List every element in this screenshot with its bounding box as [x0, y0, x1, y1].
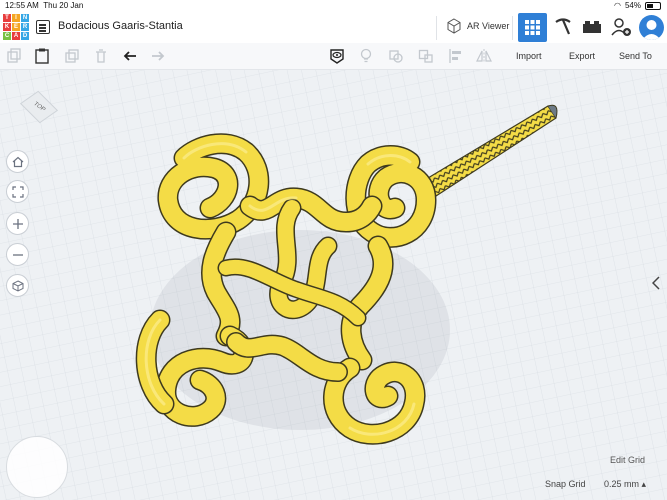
- duplicate-icon[interactable]: [64, 48, 80, 64]
- delete-icon[interactable]: [93, 48, 109, 64]
- edit-toolbar: Import Export Send To: [0, 43, 667, 70]
- logo-tile: E: [12, 23, 20, 31]
- show-all-icon[interactable]: [329, 48, 345, 64]
- projection-toggle-button[interactable]: [6, 274, 29, 297]
- grid-icon: [525, 20, 540, 35]
- logo-tile: K: [3, 23, 11, 31]
- undo-icon[interactable]: [122, 48, 138, 64]
- paste-icon[interactable]: [34, 48, 50, 64]
- zoom-out-button[interactable]: [6, 243, 29, 266]
- workplane[interactable]: [0, 70, 667, 500]
- mirror-icon[interactable]: [476, 48, 492, 64]
- status-right: ◠ 54%: [614, 1, 661, 10]
- divider: [512, 16, 513, 40]
- logo-tile: C: [3, 32, 11, 40]
- fit-all-icon: [11, 185, 24, 198]
- status-bar: 12:55 AM Thu 20 Jan ◠ 54%: [0, 0, 667, 12]
- status-time: 12:55 AM Thu 20 Jan: [5, 1, 84, 10]
- home-view-button[interactable]: [6, 150, 29, 173]
- view-navigation-joystick[interactable]: [6, 436, 68, 498]
- home-icon: [12, 156, 23, 167]
- user-avatar[interactable]: [639, 15, 664, 40]
- logo-tile: I: [12, 14, 20, 22]
- edit-grid-button[interactable]: Edit Grid: [610, 455, 645, 465]
- design-list-icon[interactable]: [36, 20, 50, 34]
- fit-view-button[interactable]: [6, 180, 29, 203]
- zoom-in-button[interactable]: [6, 212, 29, 235]
- perspective-cube-icon: [12, 279, 23, 292]
- minus-icon: [12, 253, 23, 256]
- logo-tile: A: [12, 32, 20, 40]
- workplane-canvas[interactable]: [0, 70, 667, 500]
- design-title[interactable]: Bodacious Gaaris-Stantia: [58, 20, 183, 32]
- avatar-person-icon: [642, 20, 661, 40]
- group-icon[interactable]: [388, 48, 404, 64]
- logo-tile: R: [21, 23, 29, 31]
- top-bar: TIN KER CAD Bodacious Gaaris-Stantia AR Vi…: [0, 12, 667, 44]
- dropdown-arrow-icon: ▴: [641, 479, 647, 489]
- logo-tile: N: [21, 14, 29, 22]
- import-button[interactable]: Import: [516, 51, 542, 61]
- snap-grid-select[interactable]: 0.25 mm ▴: [604, 479, 646, 490]
- chevron-left-icon: [651, 276, 660, 290]
- ungroup-icon[interactable]: [418, 48, 434, 64]
- align-icon[interactable]: [448, 48, 464, 64]
- wifi-icon: ◠: [614, 1, 621, 10]
- 3d-design-view-button[interactable]: [518, 13, 547, 42]
- add-user-icon[interactable]: [611, 17, 631, 37]
- pickaxe-icon[interactable]: [553, 17, 573, 37]
- snap-grid-label: Snap Grid: [545, 479, 586, 489]
- ar-viewer-button[interactable]: AR Viewer: [446, 18, 509, 34]
- copy-icon[interactable]: [6, 48, 22, 64]
- plus-icon: [12, 218, 23, 229]
- bricks-icon[interactable]: [583, 21, 601, 33]
- logo-tile: T: [3, 14, 11, 22]
- export-button[interactable]: Export: [569, 51, 595, 61]
- battery-icon: [645, 1, 661, 10]
- shapes-panel-toggle[interactable]: [651, 276, 660, 293]
- logo-tile: D: [21, 32, 29, 40]
- tinkercad-logo[interactable]: TIN KER CAD: [3, 14, 29, 40]
- battery-percentage: 54%: [624, 1, 641, 10]
- ar-cube-icon: [447, 18, 461, 34]
- ar-viewer-label: AR Viewer: [467, 21, 510, 31]
- light-bulb-icon[interactable]: [358, 48, 374, 64]
- view-cube-face-label: TOP: [31, 101, 47, 113]
- divider: [436, 16, 437, 40]
- send-to-button[interactable]: Send To: [619, 51, 652, 61]
- redo-icon[interactable]: [150, 48, 166, 64]
